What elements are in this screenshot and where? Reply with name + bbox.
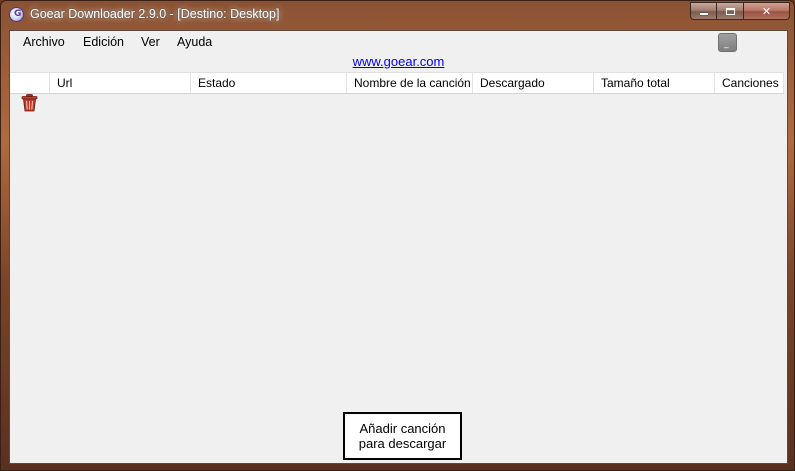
maximize-button[interactable]: [717, 2, 744, 20]
downloads-list[interactable]: Url Estado Nombre de la canción Descarga…: [10, 72, 786, 462]
menu-archivo[interactable]: Archivo: [23, 35, 65, 49]
goear-link[interactable]: www.goear.com: [10, 54, 787, 69]
minimize-button[interactable]: [690, 2, 717, 20]
column-header-tamano[interactable]: Tamaño total: [594, 73, 715, 93]
window-frame: G Goear Downloader 2.9.0 - [Destino: Des…: [0, 0, 795, 471]
close-icon: ✕: [761, 4, 772, 18]
tooltip-line-1: Añadir canción: [359, 421, 446, 436]
column-header-estado[interactable]: Estado: [191, 73, 347, 93]
window-title: Goear Downloader 2.9.0 - [Destino: Deskt…: [30, 7, 280, 21]
menu-bar: Archivo Edición Ver Ayuda _: [10, 31, 787, 53]
menu-edicion[interactable]: Edición: [83, 35, 124, 49]
tooltip-line-2: para descargar: [358, 436, 447, 451]
column-header-descargado[interactable]: Descargado: [473, 73, 594, 93]
minimize-to-tray-button[interactable]: _: [718, 33, 737, 52]
close-button[interactable]: ✕: [744, 2, 790, 20]
maximize-icon: [725, 7, 735, 15]
client-area: Archivo Edición Ver Ayuda _ www.goear.co…: [9, 30, 788, 464]
app-icon[interactable]: G: [9, 7, 24, 22]
window-controls: ✕: [690, 2, 790, 21]
column-header-icon[interactable]: [10, 73, 50, 93]
column-header-nombre[interactable]: Nombre de la canción: [347, 73, 473, 93]
trash-icon[interactable]: [21, 94, 38, 112]
minimize-icon: [699, 13, 708, 15]
column-header-canciones[interactable]: Canciones: [715, 73, 784, 93]
menu-ayuda[interactable]: Ayuda: [177, 35, 212, 49]
list-header: Url Estado Nombre de la canción Descarga…: [10, 72, 784, 94]
underscore-icon: _: [724, 39, 729, 49]
column-header-url[interactable]: Url: [50, 73, 191, 93]
add-song-tooltip: Añadir canción para descargar: [343, 412, 462, 460]
menu-ver[interactable]: Ver: [141, 35, 160, 49]
title-bar[interactable]: G Goear Downloader 2.9.0 - [Destino: Des…: [1, 1, 795, 29]
